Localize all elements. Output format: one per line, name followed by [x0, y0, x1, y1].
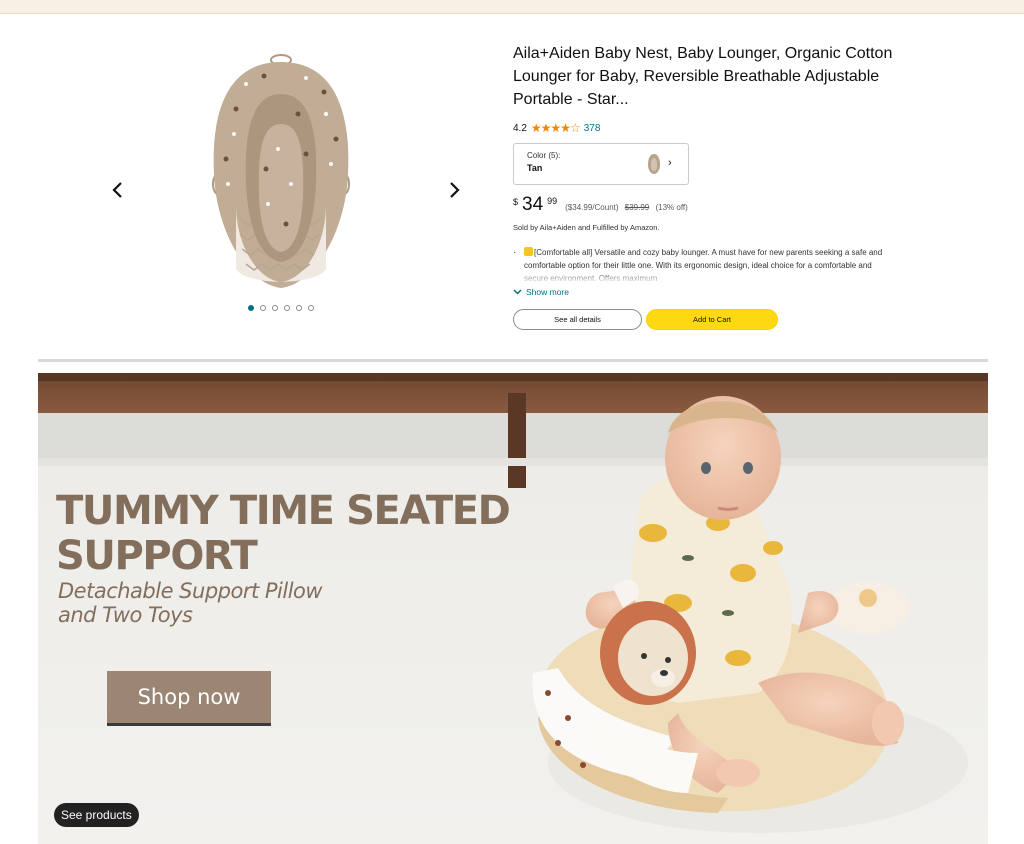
- carousel-dot[interactable]: [296, 305, 302, 311]
- carousel-dot[interactable]: [308, 305, 314, 311]
- price-row: $ 34 99 ($34.99/Count) $39.99 (13% off): [513, 195, 893, 215]
- show-more-label: Show more: [526, 287, 569, 297]
- carousel-dot[interactable]: [260, 305, 266, 311]
- color-swatch-thumbnail: [648, 154, 660, 174]
- carousel-dot[interactable]: [284, 305, 290, 311]
- subheading-line-2: and Two Toys: [58, 603, 193, 627]
- price-symbol: $: [513, 197, 519, 207]
- chevron-right-icon: ›: [668, 157, 672, 169]
- see-all-details-button[interactable]: See all details: [513, 309, 642, 330]
- sold-by: Sold by Aila+Aiden and Fulfilled by Amaz…: [513, 223, 660, 232]
- subheading-line-1: Detachable Support Pillow: [58, 579, 323, 603]
- product-info: Aila+Aiden Baby Nest, Baby Lounger, Orga…: [513, 42, 893, 330]
- add-to-cart-button[interactable]: Add to Cart: [646, 309, 778, 330]
- image-carousel: [98, 40, 478, 330]
- review-count-link[interactable]: 378: [584, 123, 601, 134]
- see-products-button[interactable]: See products: [54, 803, 139, 827]
- action-buttons: See all details Add to Cart: [513, 309, 893, 330]
- star-rating-icon[interactable]: ★★★★☆: [531, 121, 581, 135]
- promo-banner[interactable]: TUMMY TIME SEATED SUPPORT Detachable Sup…: [38, 373, 988, 844]
- chevron-right-icon: [450, 182, 460, 198]
- carousel-dot[interactable]: [248, 305, 254, 311]
- price-whole: 34: [522, 194, 544, 215]
- price-fraction: 99: [547, 196, 558, 206]
- shop-now-button[interactable]: Shop now: [107, 671, 271, 726]
- rating-value: 4.2: [513, 122, 527, 134]
- chevron-down-icon: [513, 289, 522, 295]
- color-value: Tan: [527, 163, 543, 173]
- rating-row: 4.2 ★★★★☆ 378: [513, 121, 893, 135]
- chevron-left-icon: [112, 182, 122, 198]
- carousel-next-button[interactable]: [442, 178, 466, 202]
- carousel-dots: [248, 305, 314, 311]
- top-strip: [0, 0, 1024, 14]
- banner-subheading: Detachable Support Pillow and Two Toys: [58, 579, 323, 627]
- section-divider: [38, 359, 988, 362]
- product-title[interactable]: Aila+Aiden Baby Nest, Baby Lounger, Orga…: [513, 42, 893, 111]
- feature-bullet: [Comfortable all] Versatile and cozy bab…: [513, 246, 893, 284]
- show-more-link[interactable]: Show more: [513, 287, 893, 297]
- unit-price: ($34.99/Count): [565, 203, 619, 212]
- discount-percent: (13% off): [655, 203, 688, 212]
- feature-bullet-text: [Comfortable all] Versatile and cozy bab…: [524, 248, 883, 283]
- carousel-prev-button[interactable]: [106, 178, 130, 202]
- product-card: Aila+Aiden Baby Nest, Baby Lounger, Orga…: [38, 30, 988, 350]
- color-label: Color (5):: [527, 151, 561, 160]
- product-image[interactable]: [206, 54, 356, 294]
- price-details: ($34.99/Count) $39.99 (13% off): [565, 203, 688, 212]
- banner-headline: TUMMY TIME SEATED SUPPORT: [56, 488, 511, 579]
- headline-line-1: TUMMY TIME SEATED: [56, 488, 511, 534]
- carousel-dot[interactable]: [272, 305, 278, 311]
- color-selector[interactable]: Color (5): Tan ›: [513, 143, 689, 185]
- list-price: $39.99: [624, 203, 650, 212]
- headline-line-2: SUPPORT: [56, 533, 258, 579]
- emoji-icon: [524, 247, 533, 256]
